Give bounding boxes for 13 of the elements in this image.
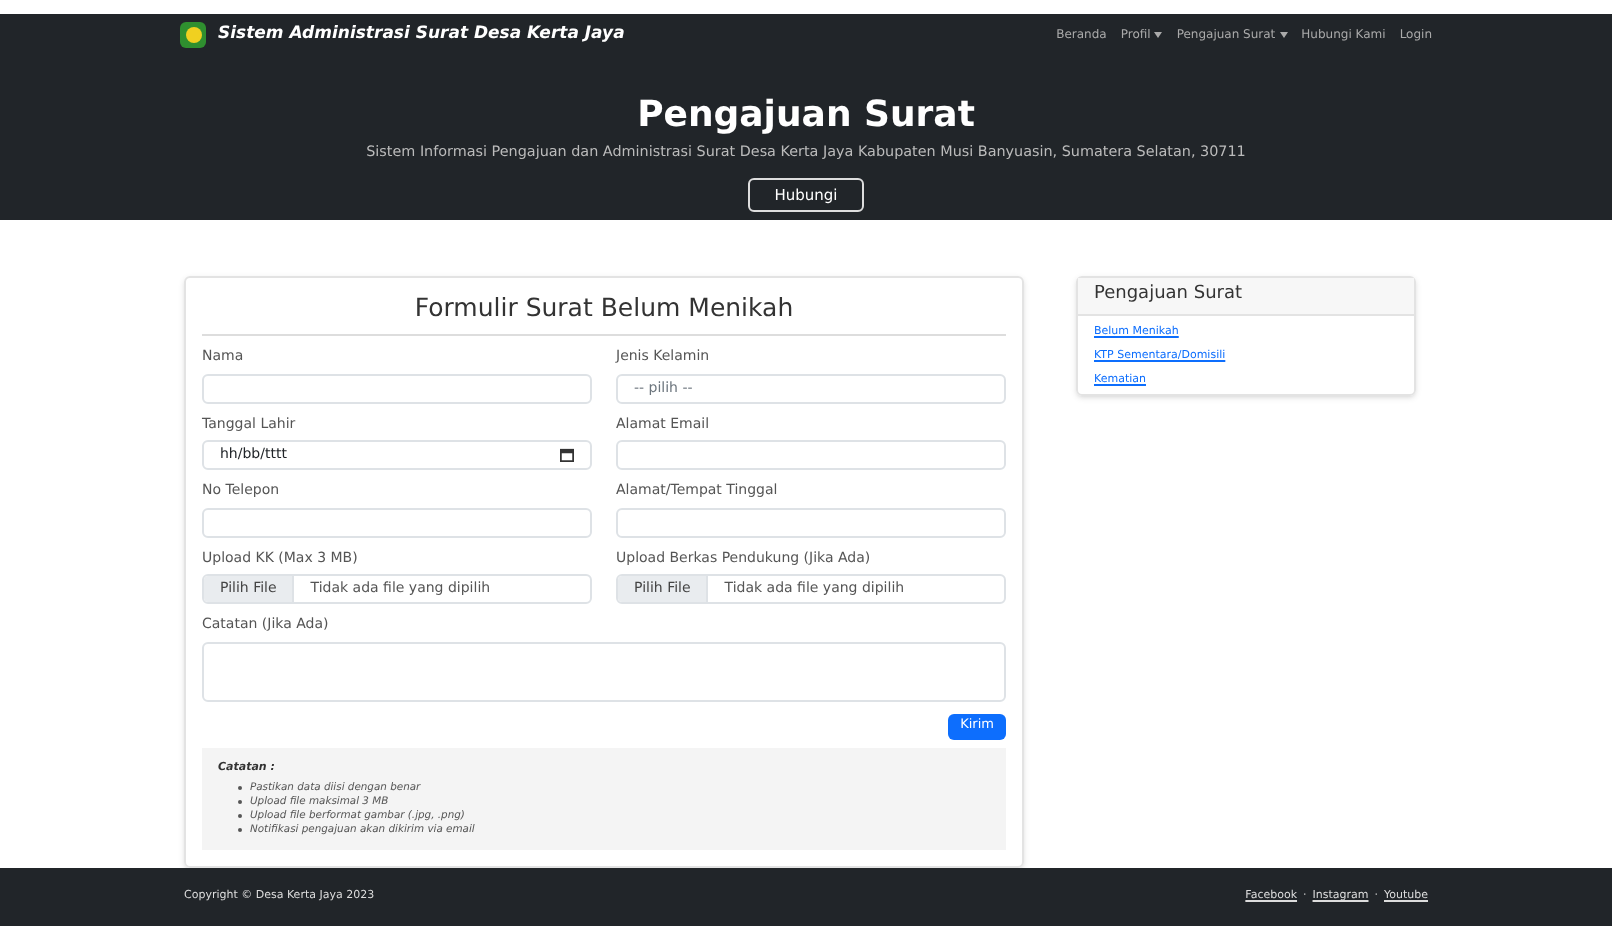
form-title: Formulir Surat Belum Menikah <box>202 290 1006 337</box>
caret-icon <box>1279 32 1288 39</box>
brand-title[interactable]: Sistem Administrasi Surat Desa Kerta Jaya <box>218 22 625 48</box>
logo-icon <box>180 22 206 49</box>
caret-icon <box>1154 32 1163 39</box>
calendar-icon <box>560 448 574 463</box>
text-field[interactable] <box>616 507 1006 538</box>
notes-field[interactable] <box>202 641 1006 702</box>
text-field[interactable] <box>202 507 592 538</box>
sidebar-title: Pengajuan Surat <box>1078 278 1414 316</box>
text-field[interactable] <box>616 440 1006 471</box>
hero-title: Pengajuan Surat <box>637 95 975 136</box>
text-field[interactable] <box>202 373 592 404</box>
